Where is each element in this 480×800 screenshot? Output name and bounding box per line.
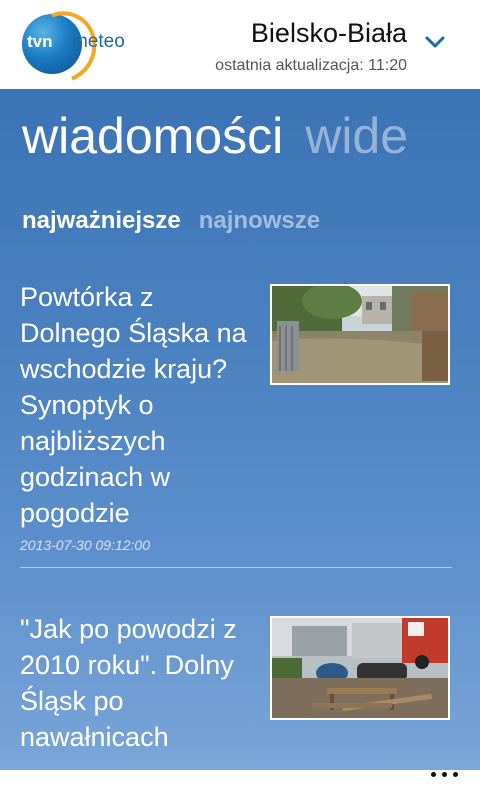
news-item[interactable]: "Jak po powodzi z 2010 roku". Dolny Śląs…	[20, 611, 460, 770]
news-title[interactable]: "Jak po powodzi z 2010 roku". Dolny Śląs…	[20, 611, 260, 755]
news-item[interactable]: Powtórka z Dolnego Śląska na wschodzie k…	[20, 279, 460, 559]
tab-najnowsze[interactable]: najnowsze	[199, 207, 320, 234]
tab-najwazniejsze[interactable]: najważniejsze	[22, 207, 181, 234]
tvn-meteo-logo: tvn meteo	[15, 0, 132, 94]
city-name[interactable]: Bielsko-Biała	[251, 18, 407, 49]
chevron-down-icon[interactable]	[424, 35, 446, 49]
app-bar	[0, 770, 480, 800]
logo-tvn-text: tvn	[27, 32, 53, 51]
dot	[431, 772, 436, 777]
last-update-text: ostatnia aktualizacja: 11:20	[215, 57, 407, 74]
news-thumbnail-flooded-street[interactable]	[270, 284, 450, 385]
dot	[442, 772, 447, 777]
logo-meteo-text: meteo	[72, 31, 125, 52]
more-dots-icon[interactable]	[431, 772, 458, 777]
news-title[interactable]: Powtórka z Dolnego Śląska na wschodzie k…	[20, 279, 260, 531]
pivot-header: wiadomości wide	[22, 107, 408, 165]
news-thumbnail-flood-aftermath[interactable]	[270, 616, 450, 720]
flood-aftermath-photo	[272, 618, 448, 718]
app-header: tvn meteo Bielsko-Biała ostatnia aktuali…	[0, 0, 480, 94]
news-date: 2013-07-30 09:12:00	[20, 537, 150, 553]
subtabs: najważniejsze najnowsze	[22, 207, 320, 235]
dot	[453, 772, 458, 777]
pivot-item-wideo[interactable]: wide	[305, 108, 408, 164]
news-panel: wiadomości wide najważniejsze najnowsze Po…	[0, 89, 480, 770]
pivot-item-wiadomosci[interactable]: wiadomości	[22, 108, 283, 164]
flooded-street-photo	[272, 286, 448, 383]
divider	[20, 567, 452, 568]
